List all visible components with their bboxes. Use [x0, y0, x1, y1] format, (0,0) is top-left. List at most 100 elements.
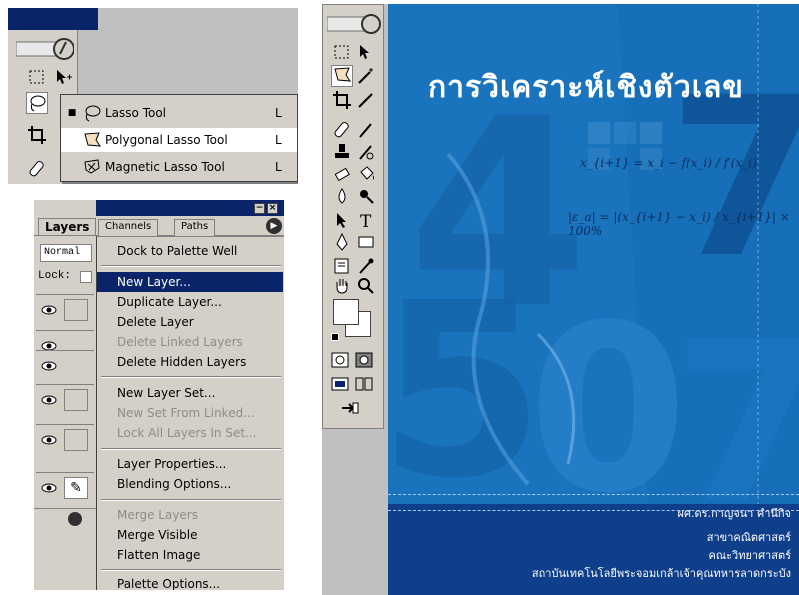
layer-row[interactable] [36, 350, 94, 380]
layers-bottom-bar [34, 508, 96, 530]
feather-logo-icon [16, 38, 74, 60]
menu-item-delete-hidden-layers[interactable]: Delete Hidden Layers [97, 352, 283, 372]
menu-item-delete-linked-layers: Delete Linked Layers [117, 335, 243, 349]
error-formula: |ε_a| = |(x_{i+1} − x_i) / x_{i+1}| × 10… [568, 210, 790, 238]
dodge-icon[interactable] [355, 185, 377, 207]
eye-icon[interactable] [40, 357, 58, 375]
menu-item-palette-options[interactable]: Palette Options... [97, 574, 283, 590]
magnetic-lasso-icon [79, 157, 105, 177]
menu-separator [101, 499, 281, 501]
brush-icon: ✎ [64, 477, 88, 499]
hand-icon[interactable] [331, 275, 353, 297]
eye-icon[interactable] [40, 391, 58, 409]
menu-item-flatten-image[interactable]: Flatten Image [97, 545, 283, 565]
background-digit: 5 [388, 251, 545, 504]
lock-transparency-checkbox[interactable] [80, 271, 92, 283]
marquee-icon[interactable] [26, 66, 48, 88]
university-name: สถาบันเทคโนโลยีพระจอมเกล้าเจ้าคุณทหารลาด… [531, 567, 791, 580]
layers-palette-panel: − × Layers Channels Paths ▶ Normal Lock:… [34, 200, 284, 590]
marquee-icon[interactable] [331, 41, 353, 63]
palette-tabs: Layers Channels Paths ▶ [34, 216, 284, 236]
eyedropper-icon[interactable] [355, 255, 377, 277]
healing-brush-icon[interactable] [331, 119, 353, 141]
polygonal-lasso-icon[interactable] [331, 65, 353, 87]
layer-row[interactable] [36, 424, 94, 454]
type-icon[interactable]: T [355, 209, 377, 231]
brush-icon[interactable] [355, 119, 377, 141]
foreground-color-swatch[interactable] [333, 299, 359, 325]
flyout-polygonal-lasso-tool[interactable]: Polygonal Lasso Tool L [61, 128, 297, 152]
menu-separator [101, 448, 281, 450]
eye-icon[interactable] [40, 301, 58, 319]
book-cover-canvas[interactable]: 4 5 0 7 7 การวิเคราะห์เชิงตัวเลข x_{i+1}… [388, 4, 799, 595]
menu-item-new-layer-set[interactable]: New Layer Set... [97, 383, 283, 403]
crop-icon[interactable] [26, 124, 48, 146]
menu-item-blending-options[interactable]: Blending Options... [97, 474, 283, 494]
default-colors-icon[interactable] [331, 333, 339, 341]
layer-thumbnail [64, 429, 88, 451]
menu-item-new-layer[interactable]: New Layer... [97, 272, 283, 292]
lock-label: Lock: [38, 270, 72, 282]
menu-item-duplicate-layer[interactable]: Duplicate Layer... [97, 292, 283, 312]
minimize-icon[interactable]: − [254, 203, 265, 214]
add-style-icon[interactable] [68, 512, 82, 526]
notes-icon[interactable] [331, 255, 353, 277]
paint-bucket-icon[interactable] [355, 163, 377, 185]
tab-layers[interactable]: Layers [38, 218, 97, 235]
menu-item-dock-to-palette-well[interactable]: Dock to Palette Well [97, 241, 283, 261]
flyout-magnetic-lasso-tool[interactable]: Magnetic Lasso Tool L [61, 155, 297, 179]
pen-icon[interactable] [331, 231, 353, 253]
history-brush-icon[interactable] [355, 141, 377, 163]
blur-icon[interactable] [331, 185, 353, 207]
menu-item-merge-layers: Merge Layers [117, 508, 198, 522]
slice-icon[interactable] [355, 89, 377, 111]
crop-icon[interactable] [331, 89, 353, 111]
author-name: ผศ.ดร.กาญจนา คำนึกิจ [677, 507, 791, 520]
blend-mode-select[interactable]: Normal [40, 244, 92, 262]
close-icon[interactable]: × [267, 203, 278, 214]
flyout-item-shortcut: L [275, 133, 282, 147]
tab-channels[interactable]: Channels [98, 219, 159, 236]
jump-to-imageready-icon[interactable] [339, 397, 361, 419]
layer-row[interactable]: ✎ [36, 472, 94, 502]
screen-mode-icon[interactable] [329, 373, 351, 395]
flyout-lasso-tool[interactable]: ■ Lasso Tool L [61, 101, 297, 125]
palette-menu-arrow-icon[interactable]: ▶ [266, 218, 282, 234]
menu-separator [101, 376, 281, 378]
layer-row[interactable] [36, 294, 94, 324]
layer-row[interactable] [36, 384, 94, 414]
standard-mode-icon[interactable] [329, 349, 351, 371]
menu-item-delete-layer[interactable]: Delete Layer [97, 312, 283, 332]
path-selection-icon[interactable] [331, 209, 353, 231]
eye-icon[interactable] [40, 479, 58, 497]
eraser-icon[interactable] [331, 163, 353, 185]
feather-logo-icon [327, 14, 381, 34]
healing-brush-icon[interactable] [26, 158, 48, 180]
menu-item-merge-visible[interactable]: Merge Visible [97, 525, 283, 545]
flyout-item-label: Polygonal Lasso Tool [105, 133, 228, 147]
move-icon[interactable] [355, 41, 377, 63]
menu-item-layer-properties[interactable]: Layer Properties... [97, 454, 283, 474]
move-icon[interactable] [52, 66, 74, 88]
zoom-icon[interactable] [355, 275, 377, 297]
tab-paths[interactable]: Paths [174, 219, 216, 236]
toolbox-background [322, 429, 384, 595]
rectangle-icon[interactable] [355, 231, 377, 253]
quick-mask-icon[interactable] [353, 349, 375, 371]
lasso-tool-panel: ■ Lasso Tool L Polygonal Lasso Tool L Ma… [8, 8, 298, 184]
toolbox: T [322, 4, 384, 429]
layer-thumbnail [64, 389, 88, 411]
full-screen-icon[interactable] [353, 373, 375, 395]
lasso-flyout-menu: ■ Lasso Tool L Polygonal Lasso Tool L Ma… [60, 94, 298, 182]
menu-item-new-set-from-linked: New Set From Linked... [117, 406, 255, 420]
clone-stamp-icon[interactable] [331, 141, 353, 163]
eye-icon[interactable] [40, 431, 58, 449]
color-swatches[interactable] [331, 297, 375, 341]
background-digit: 0 [528, 277, 688, 504]
selected-bullet-icon: ■ [67, 108, 77, 118]
layer-thumbnail [64, 299, 88, 321]
lasso-tool-icon[interactable] [26, 92, 48, 114]
menu-separator [101, 265, 281, 267]
background-digit: 7 [673, 295, 799, 504]
magic-wand-icon[interactable] [355, 65, 377, 87]
